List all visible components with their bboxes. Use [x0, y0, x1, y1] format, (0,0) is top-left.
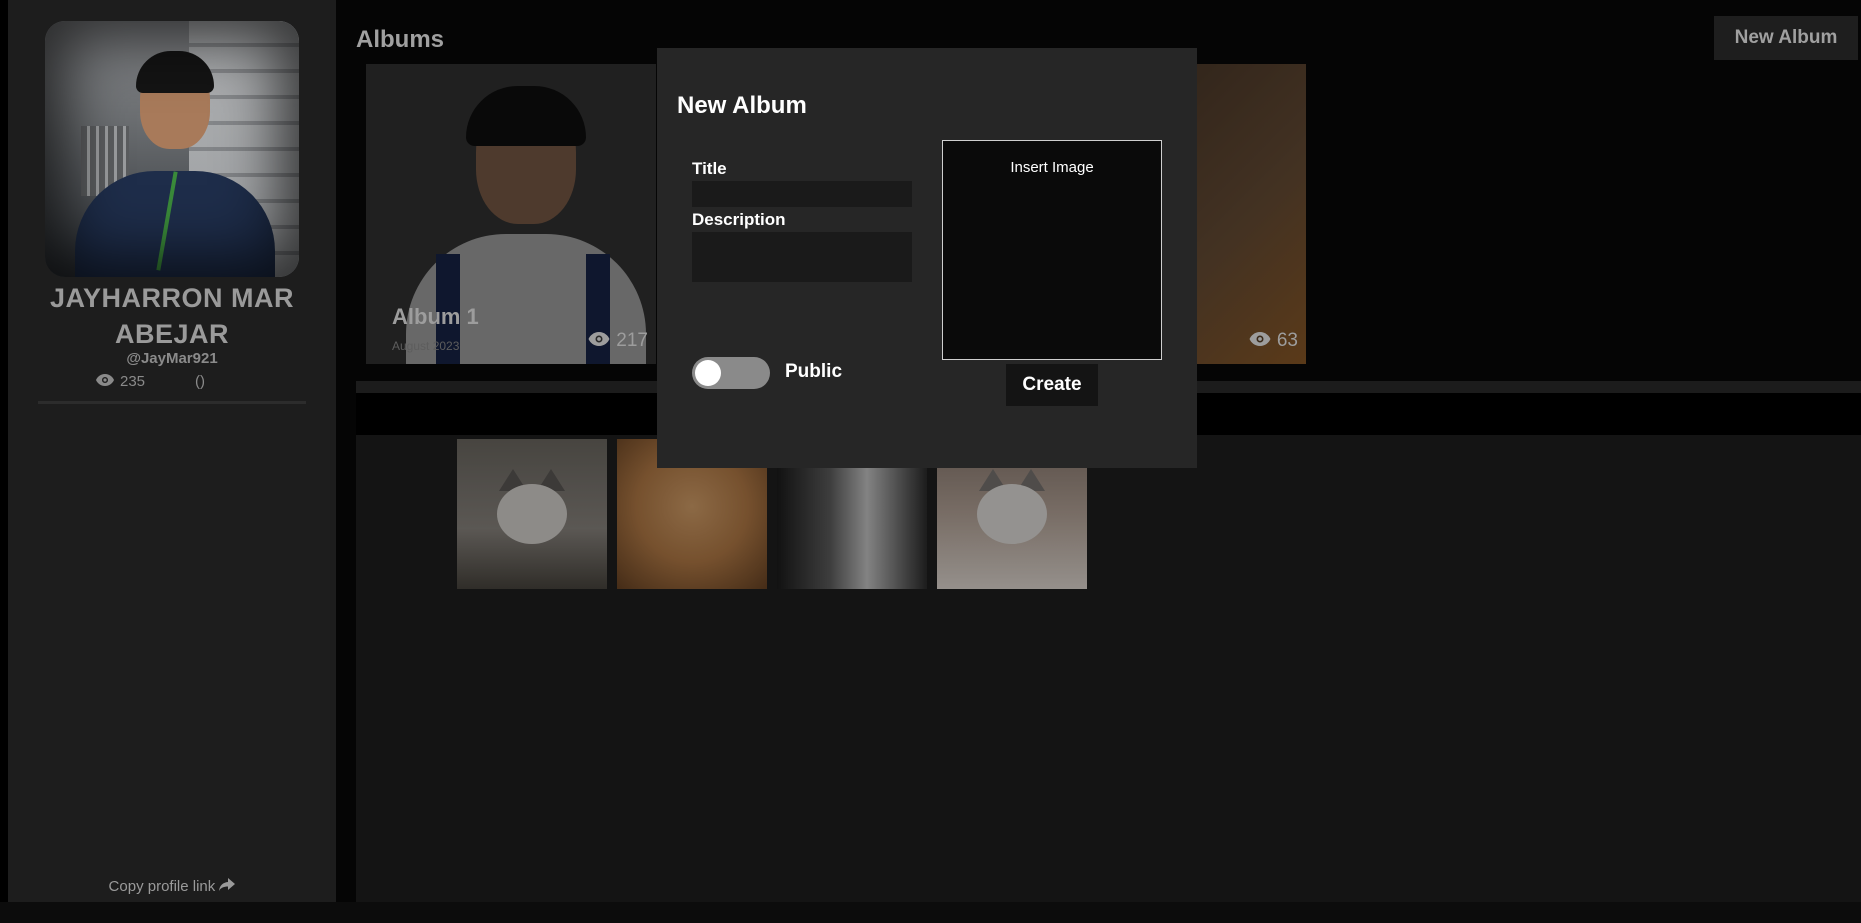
profile-extra: () — [195, 373, 206, 390]
public-label: Public — [785, 361, 843, 382]
toggle-knob — [695, 360, 721, 386]
copy-profile-link-label: Copy profile link — [108, 878, 216, 895]
description-label: Description — [692, 210, 786, 229]
share-arrow-icon — [219, 878, 236, 895]
page-title: Albums — [356, 26, 445, 53]
eye-icon — [588, 330, 610, 352]
new-album-button[interactable]: New Album — [1714, 16, 1858, 60]
album-card[interactable]: 63 — [1194, 64, 1306, 364]
copy-profile-link[interactable]: Copy profile link — [8, 878, 336, 895]
album-name: Album 1 — [392, 304, 479, 329]
album-views-count: 63 — [1276, 330, 1298, 351]
album-date: August 2023 — [392, 339, 460, 353]
profile-stats: 235 () — [96, 373, 205, 390]
album-views: 217 — [588, 330, 648, 352]
insert-image-label: Insert Image — [1010, 159, 1094, 176]
description-input[interactable] — [692, 232, 912, 282]
modal-title: New Album — [677, 92, 807, 119]
profile-views-count: 235 — [120, 373, 146, 390]
sidebar-divider — [38, 401, 306, 404]
profile-handle: @JayMar921 — [126, 350, 218, 367]
profile-sidebar: JAYHARRON MAR ABEJAR @JayMar921 235 () C… — [8, 0, 336, 902]
profile-avatar — [45, 21, 299, 277]
create-button[interactable]: Create — [1006, 364, 1098, 406]
album-card[interactable]: Album 1 August 2023 217 — [366, 64, 656, 364]
title-input[interactable] — [692, 181, 912, 207]
photo-thumbnail[interactable] — [457, 439, 607, 589]
title-label: Title — [692, 159, 727, 178]
album-views: 63 — [1249, 330, 1298, 352]
photo-grid — [356, 435, 1861, 902]
profile-name: JAYHARRON MAR ABEJAR — [49, 283, 295, 349]
insert-image-dropzone[interactable]: Insert Image — [942, 140, 1162, 360]
public-toggle[interactable] — [692, 357, 770, 389]
eye-icon — [96, 373, 114, 390]
album-views-count: 217 — [616, 330, 648, 351]
new-album-modal: New Album Title Description Public Inser… — [657, 48, 1197, 468]
eye-icon — [1249, 330, 1271, 352]
bottom-bar — [0, 902, 1861, 923]
